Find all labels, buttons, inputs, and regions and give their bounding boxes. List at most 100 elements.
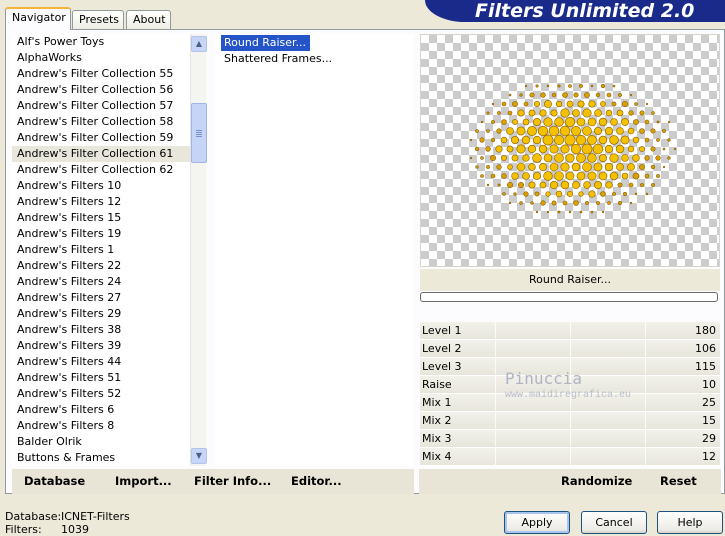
param-slider[interactable]: Level 2 106 (420, 340, 720, 358)
category-item[interactable]: Andrew's Filters 12 (12, 194, 192, 210)
slider-tick (570, 322, 571, 340)
param-value: 10 (702, 378, 716, 391)
slider-tick (570, 430, 571, 448)
category-item[interactable]: Alf's Power Toys (12, 34, 192, 50)
slider-tick (495, 394, 496, 412)
database-button[interactable]: Database (24, 474, 85, 488)
category-item[interactable]: Andrew's Filters 10 (12, 178, 192, 194)
param-value: 12 (702, 450, 716, 463)
category-item[interactable]: Andrew's Filters 24 (12, 274, 192, 290)
param-slider[interactable]: Mix 4 12 (420, 448, 720, 466)
category-item[interactable]: AlphaWorks (12, 50, 192, 66)
editor-button[interactable]: Editor... (291, 474, 342, 488)
param-value: 15 (702, 414, 716, 427)
database-label: Database: (5, 510, 62, 523)
param-slider[interactable]: Level 3 115 (420, 358, 720, 376)
preview-canvas (420, 34, 720, 267)
param-label: Level 2 (422, 342, 462, 355)
cancel-button[interactable]: Cancel (581, 511, 647, 534)
param-slider[interactable]: Mix 3 29 (420, 430, 720, 448)
slider-tick (645, 340, 646, 358)
slider-tick (495, 430, 496, 448)
param-slider[interactable]: Mix 2 15 (420, 412, 720, 430)
slider-tick (495, 448, 496, 466)
help-button[interactable]: Help (657, 511, 723, 534)
param-label: Level 1 (422, 324, 462, 337)
param-value: 115 (695, 360, 716, 373)
slider-tick (645, 322, 646, 340)
slider-tick (645, 394, 646, 412)
database-value: ICNET-Filters (61, 510, 130, 523)
reset-button[interactable]: Reset (660, 474, 697, 488)
category-scrollbar[interactable]: ▲ ▼ (190, 34, 207, 466)
category-item[interactable]: Andrew's Filters 19 (12, 226, 192, 242)
slider-tick (570, 448, 571, 466)
param-label: Mix 2 (422, 414, 452, 427)
app-title-banner: Filters Unlimited 2.0 (425, 0, 725, 22)
slider-tick (495, 358, 496, 376)
filter-info-button[interactable]: Filter Info... (194, 474, 271, 488)
param-label: Raise (422, 378, 452, 391)
category-item[interactable]: Andrew's Filters 52 (12, 386, 192, 402)
param-value: 25 (702, 396, 716, 409)
filters-count-value: 1039 (61, 523, 89, 536)
category-item[interactable]: Andrew's Filter Collection 57 (12, 98, 192, 114)
param-slider[interactable]: Mix 1 25 (420, 394, 720, 412)
category-item[interactable]: Andrew's Filters 39 (12, 338, 192, 354)
tab-navigator[interactable]: Navigator (5, 7, 71, 30)
category-item[interactable]: Balder Olrik (12, 434, 192, 450)
category-item[interactable]: Andrew's Filters 8 (12, 418, 192, 434)
category-item[interactable]: Andrew's Filters 29 (12, 306, 192, 322)
slider-tick (495, 322, 496, 340)
progress-bar (420, 292, 718, 302)
slider-tick (645, 376, 646, 394)
category-item[interactable]: Andrew's Filter Collection 55 (12, 66, 192, 82)
category-item[interactable]: Andrew's Filters 6 (12, 402, 192, 418)
tab-presets[interactable]: Presets (72, 10, 124, 29)
filters-count-label: Filters: (5, 523, 42, 536)
slider-tick (570, 358, 571, 376)
filter-item[interactable]: Shattered Frames... (221, 51, 413, 67)
category-item[interactable]: Andrew's Filter Collection 58 (12, 114, 192, 130)
param-value: 29 (702, 432, 716, 445)
filter-list[interactable]: Round Raiser... Shattered Frames... (215, 34, 413, 466)
slider-tick (495, 412, 496, 430)
slider-tick (645, 430, 646, 448)
category-item[interactable]: Andrew's Filters 51 (12, 370, 192, 386)
tab-about[interactable]: About (126, 10, 171, 29)
category-item[interactable]: Andrew's Filter Collection 59 (12, 130, 192, 146)
category-item[interactable]: Buttons & Frames (12, 450, 192, 466)
scroll-up-button[interactable]: ▲ (191, 36, 207, 52)
apply-button[interactable]: Apply (504, 511, 570, 534)
param-label: Level 3 (422, 360, 462, 373)
category-item[interactable]: Andrew's Filters 15 (12, 210, 192, 226)
preview-filter-name: Round Raiser... (420, 269, 720, 291)
category-item[interactable]: Andrew's Filters 44 (12, 354, 192, 370)
param-label: Mix 4 (422, 450, 452, 463)
status-info: Database:ICNET-Filters Filters: 1039 (5, 510, 130, 536)
randomize-button[interactable]: Randomize (561, 474, 632, 488)
slider-tick (495, 376, 496, 394)
category-list[interactable]: Alf's Power Toys AlphaWorks Andrew's Filte… (12, 34, 192, 466)
category-item[interactable]: Andrew's Filter Collection 56 (12, 82, 192, 98)
category-item[interactable]: Andrew's Filter Collection 61 (12, 146, 192, 162)
filter-item[interactable]: Round Raiser... (221, 35, 311, 51)
slider-tick (570, 340, 571, 358)
param-slider[interactable]: Raise 10 (420, 376, 720, 394)
category-item[interactable]: Andrew's Filters 38 (12, 322, 192, 338)
category-item[interactable]: Andrew's Filters 22 (12, 258, 192, 274)
param-slider[interactable]: Level 1 180 (420, 322, 720, 340)
slider-tick (570, 376, 571, 394)
category-item[interactable]: Andrew's Filter Collection 62 (12, 162, 192, 178)
scroll-grip-icon (196, 130, 202, 131)
param-value: 106 (695, 342, 716, 355)
scroll-down-button[interactable]: ▼ (191, 448, 207, 464)
parameter-sliders: Level 1 180 Level 2 106 Level 3 115 Raise 10 Mix… (420, 322, 720, 467)
slider-tick (495, 340, 496, 358)
filter-toolbar: Randomize Reset (419, 469, 721, 494)
slider-tick (645, 412, 646, 430)
category-item[interactable]: Andrew's Filters 1 (12, 242, 192, 258)
import-button[interactable]: Import... (115, 474, 172, 488)
category-item[interactable]: Andrew's Filters 27 (12, 290, 192, 306)
scroll-thumb[interactable] (191, 103, 207, 163)
